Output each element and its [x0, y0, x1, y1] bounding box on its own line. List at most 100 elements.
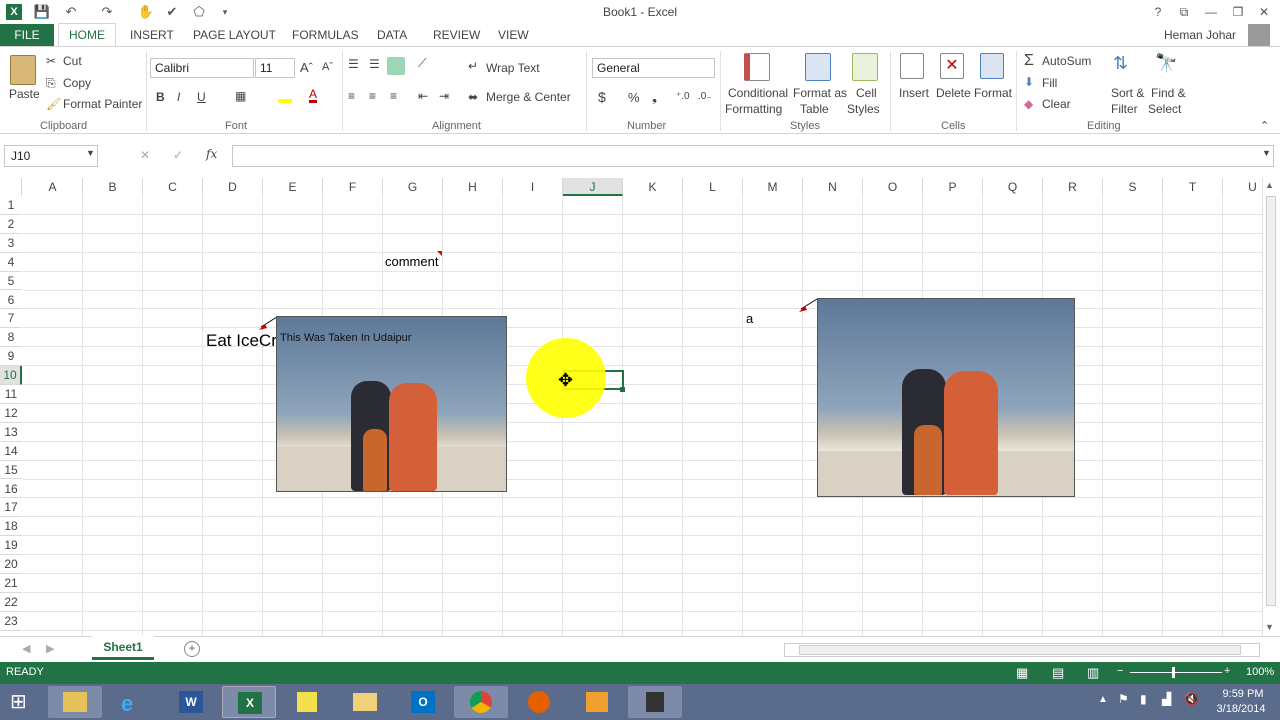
column-header-p[interactable]: P	[923, 178, 983, 196]
user-avatar[interactable]	[1248, 24, 1270, 46]
row-header-7[interactable]: 7	[0, 309, 22, 329]
explorer-taskbar-icon[interactable]	[48, 686, 102, 718]
font-color-icon[interactable]: A	[309, 88, 318, 103]
insert-function-button[interactable]: fx	[206, 147, 217, 161]
wrap-text-icon[interactable]: ↵	[468, 59, 478, 73]
format-as-table-icon[interactable]	[805, 53, 831, 81]
column-header-t[interactable]: T	[1163, 178, 1223, 196]
column-header-m[interactable]: M	[743, 178, 803, 196]
clock-date[interactable]: 3/18/2014	[1210, 703, 1272, 715]
column-header-e[interactable]: E	[263, 178, 323, 196]
start-button-icon[interactable]: ⊞	[10, 690, 34, 714]
volume-icon[interactable]: 🔇	[1184, 692, 1199, 706]
cell-styles-label-1[interactable]: Cell	[856, 86, 877, 100]
minimize-icon[interactable]: —	[1200, 3, 1222, 21]
column-header-l[interactable]: L	[683, 178, 743, 196]
align-bottom-icon[interactable]	[387, 57, 405, 75]
select-all-corner[interactable]	[0, 178, 22, 196]
word-taskbar-icon[interactable]: W	[164, 686, 218, 718]
internet-explorer-icon[interactable]: e	[106, 686, 160, 718]
column-header-r[interactable]: R	[1043, 178, 1103, 196]
find-select-label-2[interactable]: Select	[1148, 102, 1181, 116]
shrink-font-icon[interactable]: Aˇ	[322, 61, 333, 73]
row-header-21[interactable]: 21	[0, 574, 22, 593]
zoom-slider-thumb[interactable]	[1172, 667, 1175, 678]
row-header-15[interactable]: 15	[0, 460, 22, 480]
close-icon[interactable]: ✕	[1253, 3, 1275, 21]
worksheet-grid[interactable]: ABCDEFGHIJKLMNOPQRSTU 1 2 3 4 5 6 7 8 9 10 11 12 13 1…	[0, 176, 1280, 636]
underline-button[interactable]: U	[197, 90, 206, 104]
percent-button[interactable]: %	[628, 90, 640, 105]
cut-button[interactable]: Cut	[63, 54, 82, 68]
autosum-icon[interactable]: Σ	[1024, 52, 1034, 70]
clear-icon[interactable]: ◆	[1024, 97, 1033, 111]
bold-button[interactable]: B	[156, 90, 165, 104]
row-header-19[interactable]: 19	[0, 536, 22, 556]
merge-icon[interactable]: ⬌	[468, 90, 478, 104]
conditional-formatting-icon[interactable]	[744, 53, 770, 81]
delete-cells-button[interactable]: Delete	[936, 86, 971, 100]
format-as-table-label-2[interactable]: Table	[800, 102, 829, 116]
sheet-tab[interactable]: Sheet1	[92, 636, 154, 660]
format-as-table-label-1[interactable]: Format as	[793, 86, 847, 100]
vertical-scroll-thumb[interactable]	[1266, 196, 1276, 606]
tab-formulas[interactable]: FORMULAS	[292, 28, 359, 42]
cell-styles-label-2[interactable]: Styles	[847, 102, 880, 116]
format-painter-icon[interactable]: 🖌	[46, 97, 61, 111]
row-header-13[interactable]: 13	[0, 422, 22, 442]
tab-view[interactable]: VIEW	[498, 28, 529, 42]
row-header-9[interactable]: 9	[0, 347, 22, 367]
excel-taskbar-icon[interactable]: X	[222, 686, 276, 718]
chrome-taskbar-icon[interactable]	[454, 686, 508, 718]
copy-icon[interactable]: ⎘	[46, 76, 56, 91]
tab-review[interactable]: REVIEW	[433, 28, 480, 42]
media-player-icon[interactable]	[570, 686, 624, 718]
paste-icon[interactable]	[10, 55, 36, 85]
comment-photo[interactable]	[817, 298, 1075, 497]
row-header-20[interactable]: 20	[0, 555, 22, 574]
row-header-8[interactable]: 8	[0, 328, 22, 348]
zoom-level[interactable]: 100%	[1246, 666, 1274, 678]
column-header-q[interactable]: Q	[983, 178, 1043, 196]
row-header-1[interactable]: 1	[0, 196, 22, 215]
collapse-ribbon-icon[interactable]: ⌃	[1260, 119, 1269, 132]
autosum-button[interactable]: AutoSum	[1042, 54, 1091, 68]
column-header-f[interactable]: F	[323, 178, 383, 196]
find-select-icon[interactable]: 🔭	[1155, 53, 1177, 74]
cell-g4[interactable]: comment	[385, 254, 438, 269]
copy-button[interactable]: Copy	[63, 76, 91, 90]
file-manager-icon[interactable]	[338, 686, 392, 718]
increase-indent-icon[interactable]: ⇥	[439, 89, 449, 103]
column-header-o[interactable]: O	[863, 178, 923, 196]
sort-filter-label-1[interactable]: Sort &	[1111, 86, 1144, 100]
insert-cells-button[interactable]: Insert	[899, 86, 929, 100]
row-header-5[interactable]: 5	[0, 271, 22, 291]
italic-button[interactable]: I	[177, 90, 180, 104]
row-header-10[interactable]: 10	[0, 366, 22, 385]
zoom-slider[interactable]	[1130, 672, 1222, 673]
flag-icon[interactable]: ⚑	[1118, 692, 1129, 706]
cancel-icon[interactable]: ✕	[140, 148, 150, 162]
column-header-b[interactable]: B	[83, 178, 143, 196]
grow-font-icon[interactable]: Aˆ	[300, 60, 313, 75]
borders-icon[interactable]: ▦	[235, 89, 246, 103]
row-header-4[interactable]: 4	[0, 252, 22, 272]
prev-sheet-icon[interactable]: ◀	[22, 642, 30, 655]
row-header-6[interactable]: 6	[0, 290, 22, 310]
row-header-22[interactable]: 22	[0, 592, 22, 612]
align-middle-icon[interactable]: ☰	[369, 57, 380, 71]
ribbon-options-icon[interactable]: ⧉	[1173, 3, 1195, 21]
help-icon[interactable]: ?	[1147, 3, 1169, 21]
format-painter-button[interactable]: Format Painter	[63, 97, 142, 111]
page-layout-view-icon[interactable]: ▤	[1052, 665, 1064, 681]
sort-filter-label-2[interactable]: Filter	[1111, 102, 1138, 116]
delete-cells-icon[interactable]: ✕	[940, 53, 964, 79]
column-header-g[interactable]: G	[383, 178, 443, 196]
format-cells-button[interactable]: Format	[974, 86, 1012, 100]
currency-button[interactable]: $	[598, 89, 606, 105]
next-sheet-icon[interactable]: ▶	[46, 642, 54, 655]
name-box-dropdown-icon[interactable]: ▼	[86, 148, 95, 158]
cell-d8[interactable]: Eat IceCr	[206, 331, 276, 351]
fill-color-icon[interactable]	[278, 91, 292, 103]
column-header-d[interactable]: D	[203, 178, 263, 196]
